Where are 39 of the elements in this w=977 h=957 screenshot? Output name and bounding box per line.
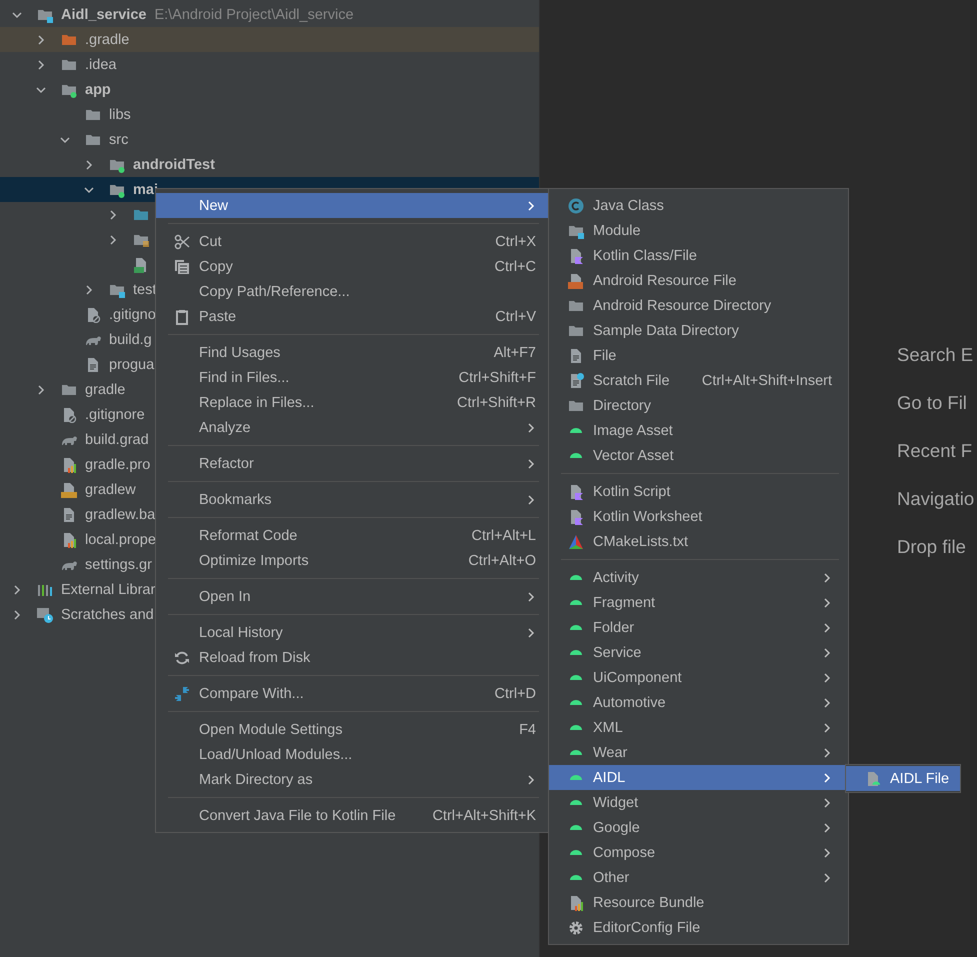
tree-item-label: androidTest [133, 156, 215, 172]
project-path: E:\Android Project\Aidl_service [154, 6, 354, 22]
tree-item-label: External Librar [61, 582, 156, 598]
tree-item-label: Scratches and [61, 606, 154, 622]
tree-item-label: progua [109, 356, 154, 372]
editor-hint: Recent F [897, 440, 974, 462]
tree-item-label: gradle.pro [85, 456, 150, 472]
tree-item-label: gradle [85, 382, 126, 398]
tree-item-label: gradlew.ba [85, 506, 156, 522]
shortcut-label: Ctrl+Shift+F [458, 370, 536, 386]
editor-hint: Search E [897, 344, 974, 366]
editor-hint: Drop file [897, 536, 967, 558]
shortcut-label: Ctrl+Alt+L [470, 528, 536, 544]
tree-item-label: build.grad [85, 432, 149, 448]
shortcut-label: Ctrl+V [494, 308, 536, 324]
tree-item-label: test [133, 282, 156, 298]
editor-hint: Go to Fil [897, 392, 968, 414]
shortcut-label: Ctrl+Alt+Shift+Insert [700, 372, 832, 388]
shortcut-label: Ctrl+Alt+O [467, 552, 536, 568]
shortcut-label: Ctrl+C [494, 258, 536, 274]
tree-item-label: Aidl_service [61, 6, 146, 22]
shortcut-label: Ctrl+X [494, 234, 536, 250]
shortcut-label: Ctrl+Shift+R [456, 394, 536, 410]
shortcut-label: Alt+F7 [492, 344, 536, 360]
tree-item-label: .gitigno [109, 306, 156, 322]
tree-item-label: settings.gr [85, 556, 152, 572]
shortcut-label: Ctrl+Alt+Shift+K [431, 808, 536, 824]
tree-item-label: app [85, 82, 111, 98]
tree-item-label: libs [109, 106, 131, 122]
shortcut-label: Ctrl+D [494, 686, 536, 702]
tree-item-label: .gitignore [85, 406, 145, 422]
editor-hint: Navigatio [897, 488, 976, 510]
tree-item-label: .gradle [85, 32, 130, 48]
tree-item-label: build.g [109, 332, 152, 348]
tree-item-label: local.prope [85, 532, 156, 548]
tree-item-label: .idea [85, 56, 116, 72]
tree-item-label: gradlew [85, 482, 136, 498]
shortcut-label: F4 [518, 722, 536, 738]
tree-item-label: src [109, 132, 128, 148]
